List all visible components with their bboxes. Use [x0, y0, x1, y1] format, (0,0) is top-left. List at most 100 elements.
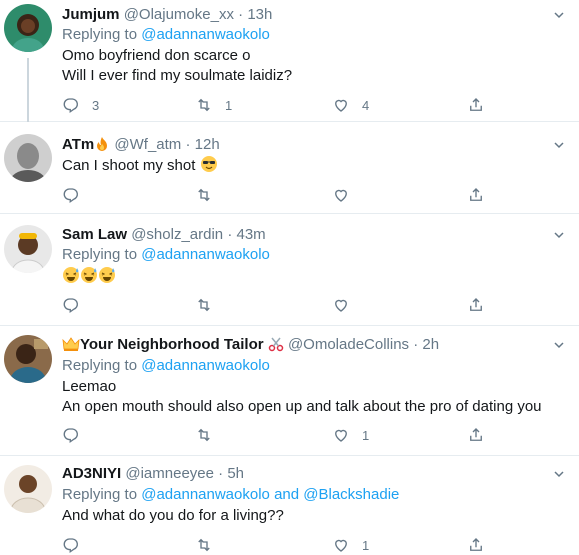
user-handle[interactable]: @OmoladeCollins — [288, 336, 409, 353]
chevron-down-icon[interactable] — [553, 139, 565, 151]
reply-icon — [63, 188, 78, 204]
share-button[interactable] — [467, 94, 485, 116]
retweet-button[interactable] — [195, 184, 225, 206]
separator-dot: · — [238, 6, 244, 23]
retweet-button[interactable]: 1 — [195, 94, 232, 116]
replies-feed: Jumjum @Olajumoke_xx · 13h Replying to @… — [0, 0, 579, 555]
tweet-text-line: An open mouth should also open up and ta… — [62, 398, 542, 415]
timestamp[interactable]: 2h — [422, 336, 439, 353]
replying-to-label: Replying to — [62, 26, 138, 43]
reply-icon — [63, 298, 78, 314]
replying-to: Replying to @adannanwaokolo — [62, 356, 270, 376]
user-handle[interactable]: @sholz_ardin — [131, 226, 223, 243]
replying-to-label: Replying to — [62, 486, 138, 503]
display-name-text: Your Neighborhood Tailor — [80, 336, 264, 353]
tweet-header: Sam Law @sholz_ardin · 43m — [62, 225, 266, 245]
avatar[interactable] — [4, 4, 52, 52]
tweet[interactable]: Sam Law @sholz_ardin · 43m Replying to @… — [0, 214, 579, 326]
like-count: 1 — [362, 537, 370, 553]
user-handle[interactable]: @Wf_atm — [114, 136, 181, 153]
reply-button[interactable] — [62, 534, 92, 555]
chevron-down-icon[interactable] — [553, 229, 565, 241]
mention-link[interactable]: @adannanwaokolo — [141, 246, 270, 263]
tweet-header: Jumjum @Olajumoke_xx · 13h — [62, 5, 272, 25]
share-button[interactable] — [467, 424, 485, 446]
reply-icon — [63, 428, 78, 444]
crown-emoji — [62, 337, 80, 351]
chevron-down-icon[interactable] — [553, 339, 565, 351]
mention-link[interactable]: @Blackshadie — [303, 486, 399, 503]
replying-joiner: and — [274, 486, 300, 503]
sweat-smile-emoji — [81, 267, 97, 283]
replying-to: Replying to @adannanwaokolo and @Blacksh… — [62, 485, 399, 505]
like-button[interactable]: 4 — [332, 94, 369, 116]
display-name[interactable]: Sam Law — [62, 226, 127, 243]
retweet-icon — [198, 98, 210, 112]
display-name[interactable]: AD3NIYI — [62, 465, 121, 482]
display-name-text: ATm — [62, 136, 95, 153]
retweet-icon — [198, 188, 210, 202]
user-handle[interactable]: @Olajumoke_xx — [124, 6, 234, 23]
tweet-text: Omo boyfriend don scarce o Will I ever f… — [62, 46, 292, 86]
mention-link[interactable]: @adannanwaokolo — [141, 357, 270, 374]
like-button[interactable]: 1 — [332, 534, 369, 555]
tweet-text-line: Can I shoot my shot — [62, 157, 196, 174]
reply-icon — [63, 538, 78, 554]
scissors-emoji — [268, 337, 284, 352]
retweet-button[interactable] — [195, 534, 225, 555]
share-icon — [470, 188, 482, 201]
mention-link[interactable]: @adannanwaokolo — [141, 26, 270, 43]
timestamp[interactable]: 5h — [227, 465, 244, 482]
avatar[interactable] — [4, 225, 52, 273]
reply-button[interactable]: 3 — [62, 94, 99, 116]
display-name[interactable]: Jumjum — [62, 6, 120, 23]
tweet-header: AD3NIYI @iamneeyee · 5h — [62, 464, 244, 484]
share-button[interactable] — [467, 184, 485, 206]
tweet-actions: 1 — [62, 424, 502, 446]
tweet[interactable]: Jumjum @Olajumoke_xx · 13h Replying to @… — [0, 0, 579, 122]
reply-button[interactable] — [62, 294, 92, 316]
chevron-down-icon[interactable] — [553, 9, 565, 21]
reply-button[interactable] — [62, 424, 92, 446]
tweet[interactable]: AD3NIYI @iamneeyee · 5h Replying to @ada… — [0, 456, 579, 555]
like-button[interactable] — [332, 294, 362, 316]
tweet-text — [62, 266, 116, 287]
timestamp[interactable]: 12h — [195, 136, 220, 153]
tweet-text-line: And what do you do for a living?? — [62, 507, 284, 524]
fire-emoji — [97, 137, 108, 151]
heart-icon — [335, 299, 347, 312]
tweet[interactable]: Your Neighborhood Tailor @OmoladeCollins… — [0, 326, 579, 456]
tweet[interactable]: ATm @Wf_atm · 12h Can I shoot my shot — [0, 122, 579, 214]
retweet-count: 1 — [225, 97, 233, 113]
tweet-text-line: Leemao — [62, 378, 117, 395]
avatar[interactable] — [4, 335, 52, 383]
separator-dot: · — [413, 336, 419, 353]
share-button[interactable] — [467, 534, 485, 555]
sunglasses-emoji — [200, 156, 217, 172]
mention-link[interactable]: @adannanwaokolo — [141, 486, 270, 503]
replying-to: Replying to @adannanwaokolo — [62, 245, 270, 265]
tweet-header: ATm @Wf_atm · 12h — [62, 135, 220, 155]
share-button[interactable] — [467, 294, 485, 316]
reply-button[interactable] — [62, 184, 92, 206]
timestamp[interactable]: 43m — [237, 226, 266, 243]
avatar[interactable] — [4, 134, 52, 182]
share-icon — [470, 538, 482, 551]
reply-count: 3 — [92, 97, 100, 113]
like-count: 1 — [362, 427, 370, 443]
retweet-icon — [198, 538, 210, 552]
display-name[interactable]: Your Neighborhood Tailor — [62, 336, 284, 353]
user-handle[interactable]: @iamneeyee — [125, 465, 214, 482]
avatar[interactable] — [4, 465, 52, 513]
timestamp[interactable]: 13h — [247, 6, 272, 23]
retweet-button[interactable] — [195, 294, 225, 316]
like-button[interactable]: 1 — [332, 424, 369, 446]
like-button[interactable] — [332, 184, 362, 206]
retweet-button[interactable] — [195, 424, 225, 446]
chevron-down-icon[interactable] — [553, 468, 565, 480]
display-name[interactable]: ATm — [62, 136, 110, 153]
reply-icon — [63, 98, 78, 114]
share-icon — [470, 428, 482, 441]
tweet-actions: 1 — [62, 534, 502, 555]
retweet-icon — [198, 298, 210, 312]
